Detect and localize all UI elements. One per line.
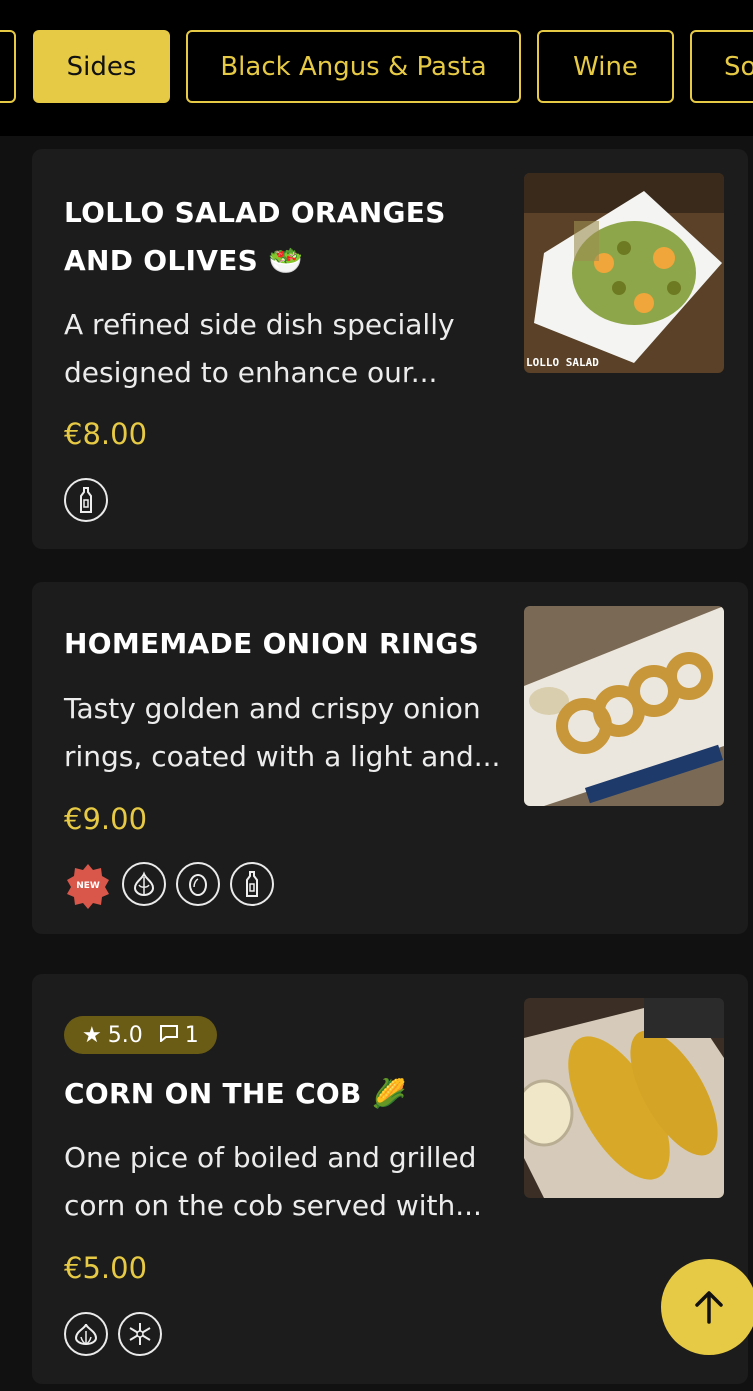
tab-black-angus-pasta[interactable]: Black Angus & Pasta: [186, 30, 521, 103]
menu-item-card[interactable]: LOLLO SALAD ORANGES AND OLIVES 🥗 A refin…: [32, 149, 748, 549]
salad-emoji: 🥗: [268, 244, 304, 277]
allergen-icons: [64, 478, 108, 522]
egg-icon: [176, 862, 220, 906]
item-photo[interactable]: [524, 998, 724, 1198]
garlic-icon: [64, 1312, 108, 1356]
item-photo[interactable]: LOLLO SALAD: [524, 173, 724, 373]
tab-wine[interactable]: Wine: [537, 30, 674, 103]
new-badge: NEW: [64, 862, 112, 910]
frozen-snowflake-icon: [118, 1312, 162, 1356]
category-tab-bar: Sides Black Angus & Pasta Wine So: [0, 0, 753, 136]
item-title: CORN ON THE COB 🌽: [64, 1077, 407, 1110]
item-title: LOLLO SALAD ORANGES AND OLIVES 🥗: [64, 196, 446, 277]
rating-badge[interactable]: ★ 5.0 1: [64, 1016, 217, 1054]
comment-icon: [159, 1023, 179, 1048]
star-icon: ★: [82, 1022, 102, 1048]
item-price: €8.00: [64, 417, 148, 451]
comment-count: 1: [184, 1022, 199, 1048]
tab-previous-category[interactable]: [0, 30, 16, 103]
item-price: €5.00: [64, 1251, 148, 1285]
onion-icon: [122, 862, 166, 906]
sauce-bottle-icon: [64, 478, 108, 522]
item-description: A refined side dish specially designed t…: [64, 308, 455, 389]
photo-caption: LOLLO SALAD: [526, 356, 599, 369]
sauce-bottle-icon: [230, 862, 274, 906]
tab-sides[interactable]: Sides: [33, 30, 170, 103]
allergen-icons: [64, 1312, 162, 1356]
item-description: Tasty golden and crispy onion rings, coa…: [64, 692, 501, 773]
item-price: €9.00: [64, 802, 148, 836]
tab-so[interactable]: So: [690, 30, 753, 103]
corn-emoji: 🌽: [371, 1077, 407, 1110]
item-description: One pice of boiled and grilled corn on t…: [64, 1141, 482, 1222]
menu-item-card[interactable]: HOMEMADE ONION RINGS Tasty golden and cr…: [32, 582, 748, 934]
arrow-up-icon: [695, 1291, 723, 1324]
menu-item-card[interactable]: ★ 5.0 1 CORN ON THE COB 🌽 One pice of bo…: [32, 974, 748, 1384]
allergen-icons: NEW: [64, 862, 274, 910]
item-title: HOMEMADE ONION RINGS: [64, 627, 480, 660]
scroll-to-top-button[interactable]: [661, 1259, 753, 1355]
rating-value: 5.0: [107, 1022, 143, 1048]
item-photo[interactable]: [524, 606, 724, 806]
